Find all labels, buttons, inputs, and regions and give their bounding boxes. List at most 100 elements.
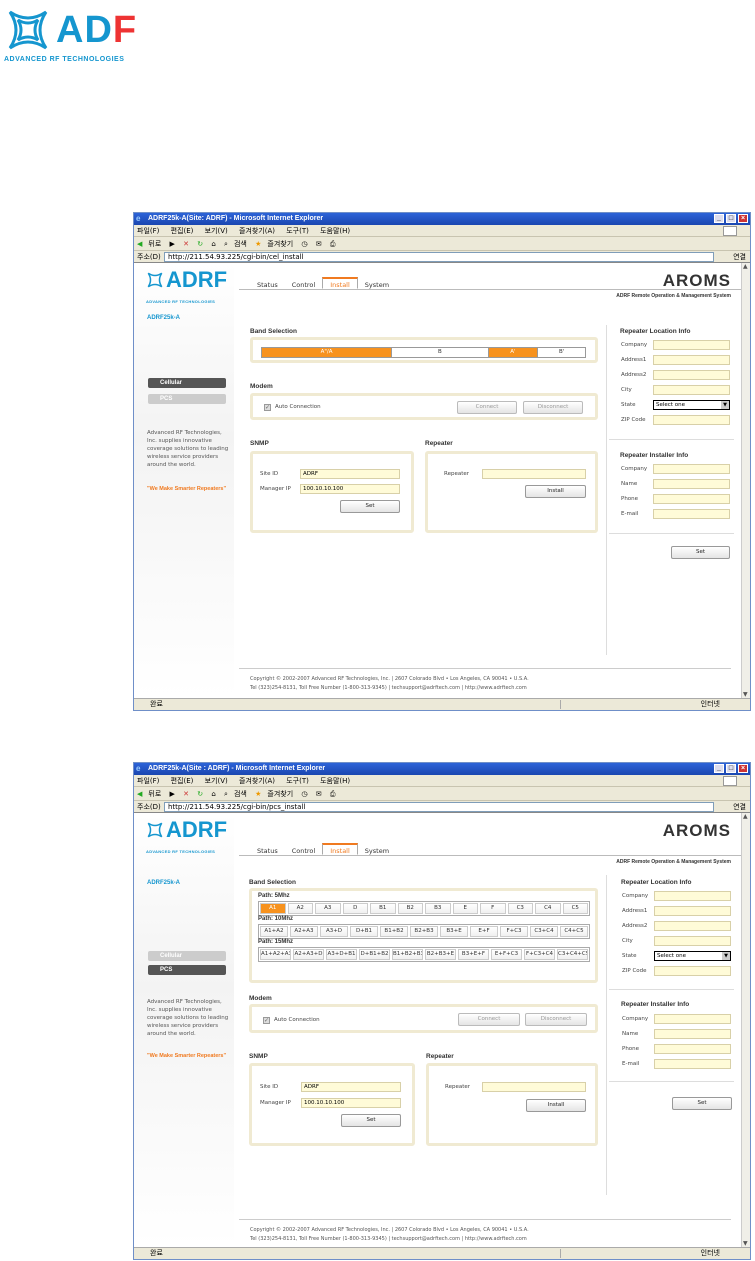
path-10mhz-cell[interactable]: A3+D — [320, 926, 348, 937]
forward-icon[interactable]: ▶ — [170, 790, 175, 798]
install-button[interactable]: Install — [526, 1099, 586, 1112]
menu-favorites[interactable]: 즐겨찾기(A) — [239, 777, 275, 785]
history-icon[interactable]: ◷ — [301, 240, 307, 248]
path-5mhz-cell[interactable]: A2 — [287, 903, 313, 914]
menu-view[interactable]: 보기(V) — [205, 227, 228, 235]
search-icon[interactable]: ⌕ — [224, 240, 228, 248]
site-id-input[interactable]: ADRF — [300, 469, 400, 479]
install-button[interactable]: Install — [525, 485, 586, 498]
path-15mhz-cell[interactable]: D+B1+B2 — [359, 949, 390, 960]
path-15mhz-cell[interactable]: B2+B3+E — [425, 949, 456, 960]
refresh-icon[interactable]: ↻ — [197, 790, 203, 798]
path-5mhz-cell[interactable]: E — [452, 903, 478, 914]
nav-cellular[interactable]: Cellular — [148, 378, 226, 388]
repeater-input[interactable] — [482, 1082, 586, 1092]
path-15mhz-cell[interactable]: A2+A3+D — [293, 949, 324, 960]
forward-icon[interactable]: ▶ — [170, 240, 175, 248]
print-icon[interactable]: ⎙ — [330, 790, 336, 798]
band-a-prime[interactable]: A' — [488, 348, 539, 357]
favorites-button[interactable]: 즐겨찾기 — [267, 790, 293, 798]
band-a2a[interactable]: A"/A — [262, 348, 393, 357]
nav-pcs[interactable]: PCS — [148, 965, 226, 975]
connect-button[interactable]: Connect — [458, 1013, 520, 1026]
path-15mhz-cell[interactable]: E+F+C3 — [491, 949, 522, 960]
zip-input[interactable] — [653, 415, 730, 425]
address1-input[interactable] — [654, 906, 731, 916]
chevron-down-icon[interactable]: ▼ — [721, 401, 729, 409]
info-set-button[interactable]: Set — [671, 546, 730, 559]
favorites-button[interactable]: 즐겨찾기 — [267, 240, 293, 248]
installer-phone-input[interactable] — [653, 494, 730, 504]
path-10mhz-cell[interactable]: C3+C4 — [530, 926, 558, 937]
vertical-scrollbar[interactable] — [741, 263, 750, 698]
menu-view[interactable]: 보기(V) — [205, 777, 228, 785]
go-button[interactable]: 연결 — [733, 251, 746, 263]
maximize-button[interactable]: □ — [726, 214, 736, 223]
path-5mhz-cell[interactable]: C5 — [562, 903, 588, 914]
address-input[interactable]: http://211.54.93.225/cgi-bin/cel_install — [164, 252, 714, 262]
info-set-button[interactable]: Set — [672, 1097, 732, 1110]
city-input[interactable] — [654, 936, 731, 946]
path-15mhz-cell[interactable]: A3+D+B1 — [326, 949, 357, 960]
vertical-scrollbar[interactable] — [741, 813, 750, 1247]
manager-ip-input[interactable]: 100.10.10.100 — [301, 1098, 401, 1108]
menu-help[interactable]: 도움말(H) — [320, 777, 350, 785]
repeater-input[interactable] — [482, 469, 586, 479]
print-icon[interactable]: ⎙ — [330, 240, 336, 248]
menu-file[interactable]: 파일(F) — [137, 777, 159, 785]
path-15mhz-cell[interactable]: A1+A2+A3 — [260, 949, 291, 960]
favorites-icon[interactable]: ★ — [255, 790, 261, 798]
path-15mhz-cell[interactable]: B1+B2+B3 — [392, 949, 423, 960]
menu-edit[interactable]: 편집(E) — [171, 777, 194, 785]
path-5mhz-cell[interactable]: B2 — [397, 903, 423, 914]
band-b[interactable]: B — [392, 348, 489, 357]
path-15mhz-cell[interactable]: C3+C4+C5 — [557, 949, 588, 960]
menu-favorites[interactable]: 즐겨찾기(A) — [239, 227, 275, 235]
history-icon[interactable]: ◷ — [301, 790, 307, 798]
mail-icon[interactable]: ✉ — [316, 240, 322, 248]
minimize-button[interactable]: _ — [714, 764, 724, 773]
path-5mhz-cell[interactable]: C4 — [535, 903, 561, 914]
go-button[interactable]: 연결 — [733, 801, 746, 813]
path-15mhz-cell[interactable]: B3+E+F — [458, 949, 489, 960]
state-select[interactable]: Select one ▼ — [653, 400, 730, 410]
auto-connection-checkbox[interactable]: ✓ — [263, 1017, 270, 1024]
installer-email-input[interactable] — [654, 1059, 731, 1069]
manager-ip-input[interactable]: 100.10.10.100 — [300, 484, 400, 494]
home-icon[interactable]: ⌂ — [211, 790, 215, 798]
path-10mhz-cell[interactable]: B2+B3 — [410, 926, 438, 937]
home-icon[interactable]: ⌂ — [211, 240, 215, 248]
menu-edit[interactable]: 편집(E) — [171, 227, 194, 235]
back-icon[interactable]: ◀ — [137, 790, 142, 798]
location-company-input[interactable] — [653, 340, 730, 350]
path-15mhz-cell[interactable]: F+C3+C4 — [524, 949, 555, 960]
path-10mhz-cell[interactable]: F+C3 — [500, 926, 528, 937]
city-input[interactable] — [653, 385, 730, 395]
auto-connection-checkbox[interactable]: ✓ — [264, 404, 271, 411]
installer-name-input[interactable] — [654, 1029, 731, 1039]
search-button[interactable]: 검색 — [234, 790, 247, 798]
address2-input[interactable] — [653, 370, 730, 380]
tab-install[interactable]: Install — [322, 843, 358, 855]
snmp-set-button[interactable]: Set — [340, 500, 400, 513]
snmp-set-button[interactable]: Set — [341, 1114, 401, 1127]
path-5mhz-cell[interactable]: D — [342, 903, 368, 914]
installer-company-input[interactable] — [654, 1014, 731, 1024]
path-10mhz-cell[interactable]: D+B1 — [350, 926, 378, 937]
installer-phone-input[interactable] — [654, 1044, 731, 1054]
disconnect-button[interactable]: Disconnect — [523, 401, 583, 414]
nav-pcs[interactable]: PCS — [148, 394, 226, 404]
path-5mhz-cell[interactable]: A1 — [260, 903, 286, 914]
close-button[interactable]: × — [738, 764, 748, 773]
nav-cellular[interactable]: Cellular — [148, 951, 226, 961]
minimize-button[interactable]: _ — [714, 214, 724, 223]
menu-tools[interactable]: 도구(T) — [286, 227, 309, 235]
menu-tools[interactable]: 도구(T) — [286, 777, 309, 785]
path-10mhz-cell[interactable]: B1+B2 — [380, 926, 408, 937]
address2-input[interactable] — [654, 921, 731, 931]
path-5mhz-cell[interactable]: B3 — [425, 903, 451, 914]
back-button[interactable]: 뒤로 — [148, 790, 161, 798]
path-5mhz-cell[interactable]: F — [480, 903, 506, 914]
path-5mhz-cell[interactable]: B1 — [370, 903, 396, 914]
path-10mhz-cell[interactable]: A1+A2 — [260, 926, 288, 937]
